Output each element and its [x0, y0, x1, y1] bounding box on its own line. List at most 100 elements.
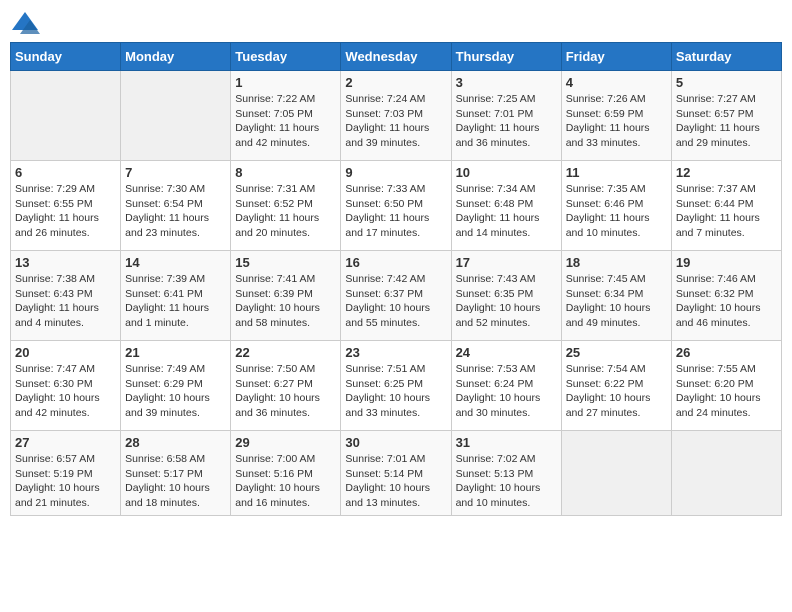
day-number: 25 — [566, 345, 667, 360]
day-info: Sunrise: 7:30 AMSunset: 6:54 PMDaylight:… — [125, 182, 226, 241]
day-info: Sunrise: 7:01 AMSunset: 5:14 PMDaylight:… — [345, 452, 446, 511]
calendar-cell: 30 Sunrise: 7:01 AMSunset: 5:14 PMDayligh… — [341, 431, 451, 516]
day-number: 27 — [15, 435, 116, 450]
day-of-week-header: Sunday — [11, 43, 121, 71]
calendar-cell: 1 Sunrise: 7:22 AMSunset: 7:05 PMDaylight… — [231, 71, 341, 161]
calendar-cell — [11, 71, 121, 161]
calendar-cell: 9 Sunrise: 7:33 AMSunset: 6:50 PMDaylight… — [341, 161, 451, 251]
day-number: 13 — [15, 255, 116, 270]
calendar-cell: 10 Sunrise: 7:34 AMSunset: 6:48 PMDayligh… — [451, 161, 561, 251]
calendar-cell: 16Sunrise: 7:42 AMSunset: 6:37 PMDayligh… — [341, 251, 451, 341]
calendar-cell: 11Sunrise: 7:35 AMSunset: 6:46 PMDayligh… — [561, 161, 671, 251]
calendar-cell: 23 Sunrise: 7:51 AMSunset: 6:25 PMDayligh… — [341, 341, 451, 431]
day-info: Sunrise: 7:55 AMSunset: 6:20 PMDaylight:… — [676, 362, 777, 421]
calendar-cell: 7 Sunrise: 7:30 AMSunset: 6:54 PMDaylight… — [121, 161, 231, 251]
calendar-cell: 4 Sunrise: 7:26 AMSunset: 6:59 PMDaylight… — [561, 71, 671, 161]
day-info: Sunrise: 7:53 AMSunset: 6:24 PMDaylight:… — [456, 362, 557, 421]
calendar-cell: 6 Sunrise: 7:29 AMSunset: 6:55 PMDaylight… — [11, 161, 121, 251]
day-info: Sunrise: 7:47 AMSunset: 6:30 PMDaylight:… — [15, 362, 116, 421]
day-info: Sunrise: 7:27 AMSunset: 6:57 PMDaylight:… — [676, 92, 777, 151]
day-number: 18 — [566, 255, 667, 270]
calendar-cell: 25 Sunrise: 7:54 AMSunset: 6:22 PMDayligh… — [561, 341, 671, 431]
day-of-week-header: Monday — [121, 43, 231, 71]
day-info: Sunrise: 7:22 AMSunset: 7:05 PMDaylight:… — [235, 92, 336, 151]
calendar-cell: 27Sunrise: 6:57 AMSunset: 5:19 PMDayligh… — [11, 431, 121, 516]
day-info: Sunrise: 7:29 AMSunset: 6:55 PMDaylight:… — [15, 182, 116, 241]
day-info: Sunrise: 7:25 AMSunset: 7:01 PMDaylight:… — [456, 92, 557, 151]
day-info: Sunrise: 7:31 AMSunset: 6:52 PMDaylight:… — [235, 182, 336, 241]
day-number: 17 — [456, 255, 557, 270]
day-number: 21 — [125, 345, 226, 360]
day-info: Sunrise: 7:49 AMSunset: 6:29 PMDaylight:… — [125, 362, 226, 421]
day-number: 23 — [345, 345, 446, 360]
calendar-cell: 31 Sunrise: 7:02 AMSunset: 5:13 PMDayligh… — [451, 431, 561, 516]
day-number: 26 — [676, 345, 777, 360]
day-number: 3 — [456, 75, 557, 90]
day-number: 15 — [235, 255, 336, 270]
calendar-cell: 19 Sunrise: 7:46 AMSunset: 6:32 PMDayligh… — [671, 251, 781, 341]
calendar-cell: 8 Sunrise: 7:31 AMSunset: 6:52 PMDaylight… — [231, 161, 341, 251]
day-number: 28 — [125, 435, 226, 450]
calendar-cell — [561, 431, 671, 516]
calendar-cell: 5 Sunrise: 7:27 AMSunset: 6:57 PMDaylight… — [671, 71, 781, 161]
day-of-week-header: Thursday — [451, 43, 561, 71]
day-of-week-header: Wednesday — [341, 43, 451, 71]
day-number: 20 — [15, 345, 116, 360]
day-info: Sunrise: 7:33 AMSunset: 6:50 PMDaylight:… — [345, 182, 446, 241]
day-info: Sunrise: 7:00 AMSunset: 5:16 PMDaylight:… — [235, 452, 336, 511]
calendar-cell: 20 Sunrise: 7:47 AMSunset: 6:30 PMDayligh… — [11, 341, 121, 431]
day-info: Sunrise: 7:45 AMSunset: 6:34 PMDaylight:… — [566, 272, 667, 331]
calendar-cell: 18 Sunrise: 7:45 AMSunset: 6:34 PMDayligh… — [561, 251, 671, 341]
calendar-cell: 21 Sunrise: 7:49 AMSunset: 6:29 PMDayligh… — [121, 341, 231, 431]
day-number: 6 — [15, 165, 116, 180]
day-info: Sunrise: 7:24 AMSunset: 7:03 PMDaylight:… — [345, 92, 446, 151]
day-number: 9 — [345, 165, 446, 180]
calendar-cell: 28 Sunrise: 6:58 AMSunset: 5:17 PMDayligh… — [121, 431, 231, 516]
day-info: Sunrise: 7:38 AMSunset: 6:43 PMDaylight:… — [15, 272, 116, 331]
day-number: 14 — [125, 255, 226, 270]
day-info: Sunrise: 7:46 AMSunset: 6:32 PMDaylight:… — [676, 272, 777, 331]
day-info: Sunrise: 7:50 AMSunset: 6:27 PMDaylight:… — [235, 362, 336, 421]
day-number: 2 — [345, 75, 446, 90]
calendar-cell — [121, 71, 231, 161]
day-info: Sunrise: 7:39 AMSunset: 6:41 PMDaylight:… — [125, 272, 226, 331]
day-info: Sunrise: 7:41 AMSunset: 6:39 PMDaylight:… — [235, 272, 336, 331]
day-number: 31 — [456, 435, 557, 450]
day-info: Sunrise: 7:42 AMSunset: 6:37 PMDaylight:… — [345, 272, 446, 331]
calendar-table: SundayMondayTuesdayWednesdayThursdayFrid… — [10, 42, 782, 516]
day-number: 8 — [235, 165, 336, 180]
day-number: 24 — [456, 345, 557, 360]
calendar-cell: 26 Sunrise: 7:55 AMSunset: 6:20 PMDayligh… — [671, 341, 781, 431]
day-number: 29 — [235, 435, 336, 450]
day-info: Sunrise: 7:43 AMSunset: 6:35 PMDaylight:… — [456, 272, 557, 331]
day-info: Sunrise: 6:58 AMSunset: 5:17 PMDaylight:… — [125, 452, 226, 511]
day-of-week-header: Tuesday — [231, 43, 341, 71]
day-info: Sunrise: 7:34 AMSunset: 6:48 PMDaylight:… — [456, 182, 557, 241]
day-info: Sunrise: 7:51 AMSunset: 6:25 PMDaylight:… — [345, 362, 446, 421]
calendar-cell: 3 Sunrise: 7:25 AMSunset: 7:01 PMDaylight… — [451, 71, 561, 161]
day-number: 10 — [456, 165, 557, 180]
day-info: Sunrise: 7:02 AMSunset: 5:13 PMDaylight:… — [456, 452, 557, 511]
day-number: 1 — [235, 75, 336, 90]
day-info: Sunrise: 7:35 AMSunset: 6:46 PMDaylight:… — [566, 182, 667, 241]
day-number: 7 — [125, 165, 226, 180]
calendar-cell: 12 Sunrise: 7:37 AMSunset: 6:44 PMDayligh… — [671, 161, 781, 251]
day-info: Sunrise: 7:37 AMSunset: 6:44 PMDaylight:… — [676, 182, 777, 241]
calendar-cell: 13 Sunrise: 7:38 AMSunset: 6:43 PMDayligh… — [11, 251, 121, 341]
logo — [10, 10, 44, 34]
day-number: 4 — [566, 75, 667, 90]
day-number: 5 — [676, 75, 777, 90]
day-info: Sunrise: 7:26 AMSunset: 6:59 PMDaylight:… — [566, 92, 667, 151]
day-number: 19 — [676, 255, 777, 270]
day-number: 22 — [235, 345, 336, 360]
calendar-cell: 2 Sunrise: 7:24 AMSunset: 7:03 PMDaylight… — [341, 71, 451, 161]
day-info: Sunrise: 7:54 AMSunset: 6:22 PMDaylight:… — [566, 362, 667, 421]
day-of-week-header: Friday — [561, 43, 671, 71]
calendar-cell: 22 Sunrise: 7:50 AMSunset: 6:27 PMDayligh… — [231, 341, 341, 431]
calendar-cell — [671, 431, 781, 516]
calendar-cell: 24 Sunrise: 7:53 AMSunset: 6:24 PMDayligh… — [451, 341, 561, 431]
day-of-week-header: Saturday — [671, 43, 781, 71]
day-number: 30 — [345, 435, 446, 450]
calendar-cell: 15 Sunrise: 7:41 AMSunset: 6:39 PMDayligh… — [231, 251, 341, 341]
day-number: 12 — [676, 165, 777, 180]
